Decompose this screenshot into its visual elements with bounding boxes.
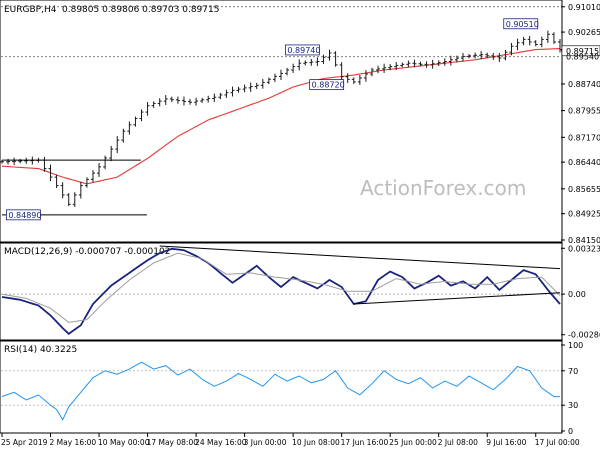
x-tick-label: 10 May 00:00 — [98, 438, 150, 447]
chart-canvas: EURGBP,H4 0.89805 0.89806 0.89703 0.8971… — [0, 0, 600, 450]
price-ytick-label: 0.87170 — [568, 133, 600, 142]
x-tick-label: 2 Jul 08:00 — [438, 438, 478, 447]
macd-ytick-label: 0.00 — [568, 290, 586, 299]
price-annotation: 0.84890 — [5, 209, 41, 221]
x-tick-label: 10 Jun 08:00 — [292, 438, 340, 447]
background — [0, 0, 600, 450]
x-tick-label: 2 May 16:00 — [50, 438, 97, 447]
bid-reference-label: 0.89540 — [566, 53, 599, 62]
macd-title: MACD(12,26,9) -0.000707 -0.000102 — [4, 247, 170, 257]
price-ytick-label: 0.91010 — [568, 3, 600, 12]
x-tick-label: 17 May 08:00 — [147, 438, 199, 447]
price-ytick-label: 0.84925 — [568, 210, 600, 219]
rsi-title: RSI(14) 40.3225 — [4, 345, 77, 355]
price-ytick-label: 0.88740 — [568, 80, 600, 89]
x-tick-label: 25 Apr 2019 — [1, 438, 48, 447]
price-annotation-label: 0.89740 — [287, 46, 320, 55]
price-annotation-label: 0.90510 — [506, 20, 539, 29]
price-ytick-label: 0.90265 — [568, 28, 600, 37]
x-tick-label: 3 Jun 00:00 — [244, 438, 287, 447]
macd-ytick-label: 0.003239 — [568, 244, 600, 253]
rsi-ytick-label: 30 — [568, 401, 578, 410]
price-ytick-label: 0.86440 — [568, 158, 600, 167]
watermark: ActionForex.com — [360, 176, 526, 200]
x-tick-label: 25 Jun 00:00 — [389, 438, 437, 447]
rsi-ytick-label: 100 — [568, 341, 583, 350]
price-ytick-label: 0.87955 — [568, 107, 600, 116]
price-ytick-label: 0.85655 — [568, 185, 600, 194]
price-annotation-label: 0.84890 — [8, 211, 41, 220]
x-tick-label: 9 Jul 16:00 — [486, 438, 526, 447]
x-tick-label: 17 Jul 00:00 — [535, 438, 580, 447]
rsi-ytick-label: 0 — [568, 427, 573, 436]
x-tick-label: 24 May 16:00 — [195, 438, 247, 447]
price-annotation: 0.88720 — [309, 79, 345, 91]
rsi-ytick-label: 70 — [568, 367, 578, 376]
x-tick-label: 17 Jun 16:00 — [341, 438, 389, 447]
price-annotation: 0.90510 — [503, 18, 539, 30]
macd-ytick-label: -0.002868 — [568, 331, 600, 340]
price-annotation-label: 0.88720 — [312, 81, 345, 90]
price-annotation: 0.89740 — [284, 44, 320, 56]
